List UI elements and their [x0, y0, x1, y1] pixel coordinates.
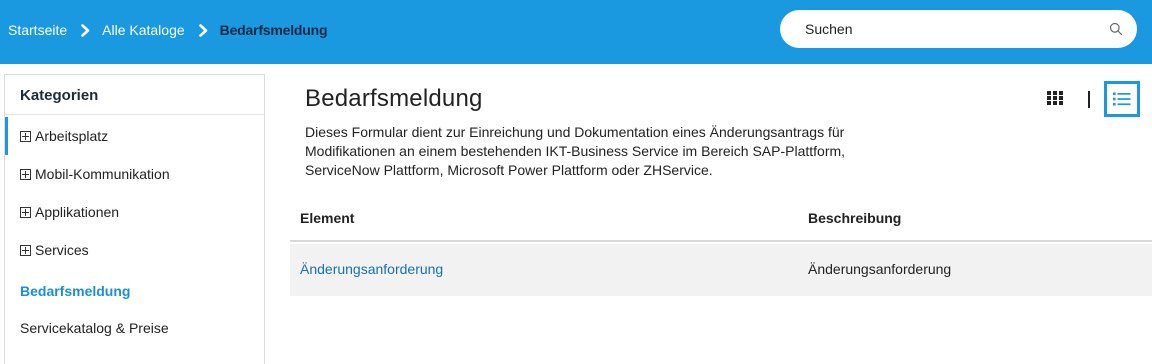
sidebar-item-label: Arbeitsplatz	[35, 128, 109, 144]
list-view-button[interactable]	[1104, 81, 1140, 117]
sidebar-title: Kategorien	[5, 75, 264, 115]
breadcrumb-current: Bedarfsmeldung	[219, 22, 328, 38]
expand-icon[interactable]	[20, 206, 31, 218]
search-box	[780, 10, 1137, 48]
sidebar-item-mobil-kommunikation[interactable]: Mobil-Kommunikation	[5, 155, 264, 193]
breadcrumb-home-link[interactable]: Startseite	[8, 22, 67, 38]
breadcrumb: Startseite Alle Kataloge Bedarfsmeldung	[8, 0, 328, 60]
description-cell: Änderungsanforderung	[808, 261, 952, 277]
page-description: Dieses Formular dient zur Einreichung un…	[305, 124, 846, 178]
sidebar-item-label: Bedarfsmeldung	[20, 283, 131, 299]
chevron-right-icon	[81, 23, 90, 37]
view-divider	[1088, 91, 1090, 108]
sidebar-item-arbeitsplatz[interactable]: Arbeitsplatz	[5, 117, 264, 155]
column-header-element: Element	[300, 210, 355, 226]
sidebar-item-label: Servicekatalog & Preise	[20, 320, 169, 336]
table-header: Element Beschreibung	[290, 196, 1152, 242]
sidebar-item-applikationen[interactable]: Applikationen	[5, 193, 264, 231]
chevron-right-icon	[198, 23, 208, 37]
expand-icon[interactable]	[20, 244, 31, 256]
element-link[interactable]: Änderungsanforderung	[300, 261, 443, 277]
table-row: Änderungsanforderung Änderungsanforderun…	[290, 244, 1152, 296]
top-bar: Startseite Alle Kataloge Bedarfsmeldung	[0, 0, 1152, 64]
sidebar-item-label: Mobil-Kommunikation	[35, 166, 170, 182]
expand-icon[interactable]	[20, 168, 31, 180]
sidebar-item-services[interactable]: Services	[5, 231, 264, 269]
search-input[interactable]	[805, 21, 1109, 37]
breadcrumb-catalogs-link[interactable]: Alle Kataloge	[102, 22, 185, 38]
list-view-icon	[1112, 91, 1132, 107]
category-sidebar: Kategorien Arbeitsplatz Mobil-Kommunikat…	[4, 74, 265, 364]
sidebar-item-bedarfsmeldung[interactable]: Bedarfsmeldung	[5, 272, 264, 310]
column-header-beschreibung: Beschreibung	[808, 210, 902, 226]
sidebar-item-servicekatalog[interactable]: Servicekatalog & Preise	[5, 309, 264, 347]
sidebar-item-label: Services	[35, 242, 89, 258]
grid-view-icon[interactable]	[1046, 90, 1064, 106]
sidebar-item-label: Applikationen	[35, 204, 120, 220]
expand-icon[interactable]	[20, 130, 31, 142]
search-icon[interactable]	[1109, 22, 1123, 36]
page-title: Bedarfsmeldung	[305, 85, 483, 112]
